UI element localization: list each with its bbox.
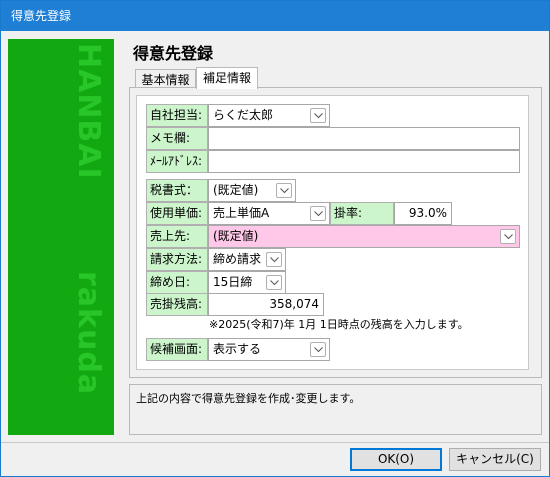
billing-method-dropdown-button[interactable] [266, 252, 282, 267]
staff-select[interactable]: らくだ太郎 [208, 104, 330, 127]
tax-format-select[interactable]: (既定値) [208, 179, 296, 202]
email-field[interactable] [208, 150, 520, 173]
staff-label: 自社担当: [146, 104, 208, 127]
memo-field[interactable] [208, 127, 520, 150]
chevron-down-icon [314, 113, 323, 119]
closing-day-label: 締め日: [146, 271, 208, 294]
divider [1, 442, 549, 443]
chevron-down-icon [314, 347, 323, 353]
closing-day-value: 15日締 [213, 275, 253, 289]
side-banner: HANBAI rakuda [8, 39, 114, 435]
rate-field[interactable]: 93.0% [394, 202, 452, 225]
chevron-down-icon [270, 257, 279, 263]
unit-price-label: 使用単価: [146, 202, 208, 225]
unit-price-select[interactable]: 売上単価A [208, 202, 330, 225]
staff-value: らくだ太郎 [213, 108, 274, 122]
candidate-screen-dropdown-button[interactable] [310, 342, 326, 357]
tax-format-label: 税書式： [146, 179, 208, 202]
tab-supplementary-info[interactable]: 補足情報 [196, 67, 258, 89]
side-banner-text-top: HANBAI [71, 43, 106, 180]
billing-method-select[interactable]: 締め請求 [208, 248, 286, 271]
sales-to-select[interactable]: (既定値) [208, 225, 520, 248]
candidate-screen-select[interactable]: 表示する [208, 338, 330, 361]
staff-dropdown-button[interactable] [310, 108, 326, 123]
receivable-field[interactable]: 358,074 [208, 293, 324, 316]
receivable-label: 売掛残高: [146, 293, 208, 316]
chevron-down-icon [270, 280, 279, 286]
message-box: 上記の内容で得意先登録を作成･変更します。 [129, 384, 542, 435]
page-title: 得意先登録 [133, 44, 214, 63]
rate-label: 掛率: [330, 202, 394, 225]
side-banner-text-bottom: rakuda [71, 271, 106, 396]
unit-price-dropdown-button[interactable] [310, 206, 326, 221]
tab-basic-info[interactable]: 基本情報 [135, 69, 196, 88]
candidate-screen-label: 候補画面: [146, 338, 208, 361]
chevron-down-icon [280, 188, 289, 194]
sales-to-dropdown-button[interactable] [500, 229, 516, 244]
tax-format-dropdown-button[interactable] [276, 183, 292, 198]
tax-format-value: (既定値) [213, 183, 259, 197]
sales-to-value: (既定値) [213, 229, 259, 243]
sales-to-label: 売上先: [146, 225, 208, 248]
receivable-note: ※2025(令和7)年 1月 1日時点の残高を入力します。 [209, 318, 469, 331]
billing-method-value: 締め請求 [213, 252, 262, 266]
closing-day-dropdown-button[interactable] [266, 275, 282, 290]
billing-method-label: 請求方法: [146, 248, 208, 271]
window-title: 得意先登録 [1, 1, 549, 31]
candidate-screen-value: 表示する [213, 342, 262, 356]
closing-day-select[interactable]: 15日締 [208, 271, 286, 294]
dialog-window: 得意先登録 HANBAI rakuda 得意先登録 基本情報 補足情報 自社担当… [0, 0, 550, 477]
ok-button[interactable]: OK(O) [350, 448, 442, 471]
memo-label: メモ欄: [146, 127, 208, 150]
cancel-button[interactable]: キャンセル(C) [449, 448, 541, 471]
email-label: ﾒｰﾙｱﾄﾞﾚｽ: [146, 150, 208, 173]
unit-price-value: 売上単価A [213, 206, 270, 220]
chevron-down-icon [504, 234, 513, 240]
chevron-down-icon [314, 211, 323, 217]
